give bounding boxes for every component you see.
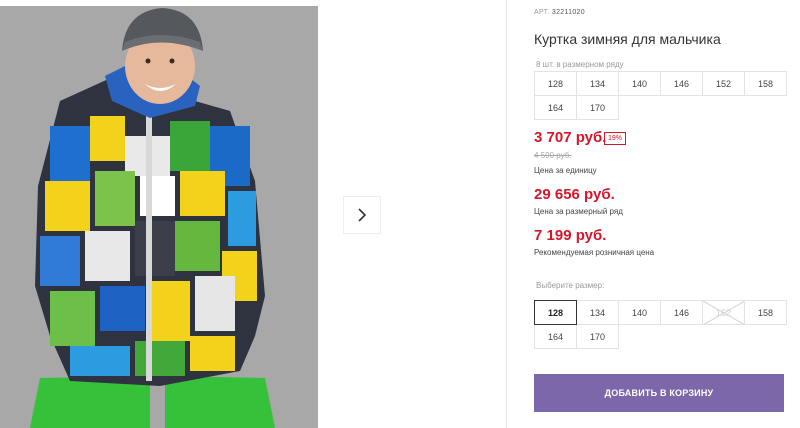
size-row-grid: 128 134 140 146 152 158 164 170 (534, 71, 787, 120)
chevron-right-icon (358, 208, 367, 222)
discount-badge: 19% (604, 132, 627, 145)
unit-price-label: Цена за единицу (534, 166, 597, 175)
gallery-next-button[interactable] (343, 196, 381, 234)
old-price: 4 590 руб. (534, 151, 572, 160)
unit-price: 3 707 руб. (534, 129, 607, 146)
size-option-146[interactable]: 146 (660, 300, 703, 325)
row-price: 29 656 руб. (534, 186, 615, 203)
row-size-140: 140 (618, 71, 661, 96)
jacket-photo-illustration (0, 6, 318, 428)
retail-price-label: Рекомендуемая розничная цена (534, 248, 655, 257)
row-size-146: 146 (660, 71, 703, 96)
size-selector: 128 134 140 146 152 158 164 170 (534, 300, 787, 349)
sku-line: АРТ. 32211020 (534, 9, 585, 16)
retail-price: 7 199 руб. (534, 227, 607, 244)
row-size-152: 152 (702, 71, 745, 96)
product-photo[interactable] (0, 6, 318, 428)
choose-size-label: Выберите размер: (536, 281, 605, 290)
product-title: Куртка зимняя для мальчика (534, 31, 721, 47)
row-size-134: 134 (576, 71, 619, 96)
size-option-134[interactable]: 134 (576, 300, 619, 325)
product-gallery (0, 0, 507, 428)
row-size-170: 170 (576, 95, 619, 120)
size-option-158[interactable]: 158 (744, 300, 787, 325)
size-row-note: 8 шт. в размерном ряду (536, 60, 624, 69)
size-option-140[interactable]: 140 (618, 300, 661, 325)
size-option-170[interactable]: 170 (576, 324, 619, 349)
row-price-label: Цена за размерный ряд (534, 207, 623, 216)
unavailable-cross-icon (703, 301, 745, 325)
add-to-cart-button[interactable]: ДОБАВИТЬ В КОРЗИНУ (534, 374, 784, 412)
size-option-128[interactable]: 128 (534, 300, 577, 325)
sku-value: 32211020 (551, 9, 585, 16)
size-option-152-unavailable: 152 (702, 300, 745, 325)
size-option-164[interactable]: 164 (534, 324, 577, 349)
row-size-158: 158 (744, 71, 787, 96)
row-size-164: 164 (534, 95, 577, 120)
row-size-128: 128 (534, 71, 577, 96)
sku-label: АРТ. (534, 9, 550, 16)
